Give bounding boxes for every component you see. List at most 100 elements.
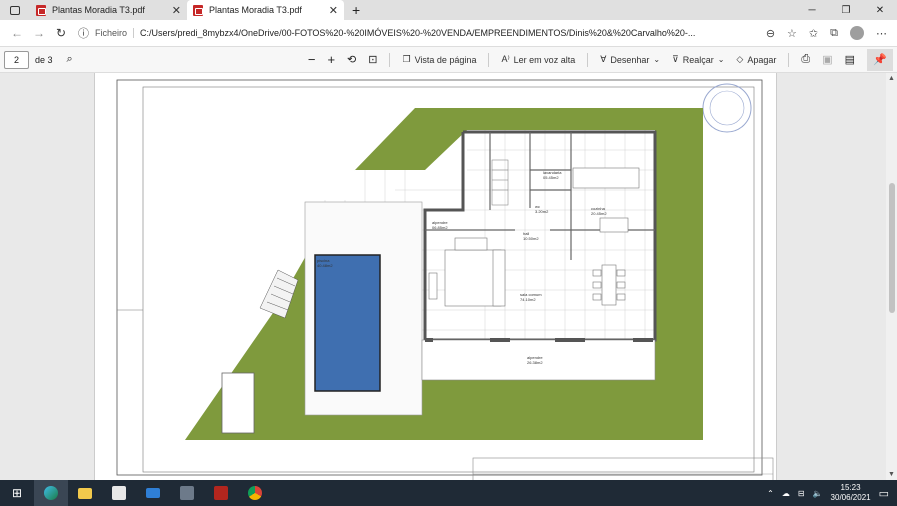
search-icon[interactable]: ⌕ (67, 53, 73, 66)
system-tray: ⌃ ☁ ⊟ 🔈 15:23 30/06/2021 ▭ (767, 483, 897, 503)
floor-plan: lavandaria 05.45m2 wc 3.20m2 cozinha 20.… (116, 79, 774, 480)
network-icon[interactable]: ⊟ (798, 489, 805, 498)
pdf-viewer: lavandaria 05.45m2 wc 3.20m2 cozinha 20.… (0, 73, 897, 480)
rotate-icon[interactable]: ⟲ (347, 53, 356, 66)
zoom-icon[interactable]: ⊖ (766, 27, 775, 40)
tab-actions-icon[interactable] (0, 0, 30, 20)
page-view-label: Vista de página (414, 54, 477, 65)
room-area: 74.10m2 (520, 297, 536, 302)
room-area: 40.48m2 (317, 263, 333, 268)
highlight-button[interactable]: ⊽ Realçar ⌄ (672, 54, 724, 65)
save-as-icon[interactable]: ▤ (845, 53, 855, 66)
fit-page-icon[interactable]: ⊡ (368, 53, 377, 66)
scroll-down-icon[interactable]: ▼ (888, 471, 895, 478)
zoom-in-icon[interactable]: + (327, 52, 335, 67)
tab-title: Plantas Moradia T3.pdf (52, 5, 145, 15)
zoom-out-icon[interactable]: − (308, 52, 316, 67)
erase-button[interactable]: ◇ Apagar (736, 54, 776, 65)
taskbar: ⊞ ⌃ ☁ ⊟ 🔈 15:23 30/06/2021 ▭ (0, 480, 897, 506)
chevron-up-icon[interactable]: ⌃ (767, 489, 774, 498)
room-area: 05.45m2 (543, 175, 559, 180)
draw-button[interactable]: ∀ Desenhar ⌄ (600, 54, 660, 65)
dining-table (592, 264, 626, 306)
url-scheme-label: Ficheiro (95, 28, 135, 38)
clock[interactable]: 15:23 30/06/2021 (831, 483, 871, 503)
chrome-icon (248, 486, 262, 500)
room-area: 3.20m2 (535, 209, 549, 214)
start-button[interactable]: ⊞ (0, 480, 34, 506)
windows-icon: ⊞ (11, 486, 23, 500)
tab-1[interactable]: Plantas Moradia T3.pdf ✕ (30, 0, 187, 20)
scroll-thumb[interactable] (889, 183, 895, 313)
pdf-app-icon (214, 486, 228, 500)
more-icon[interactable]: ⋯ (876, 27, 887, 40)
page-number-input[interactable]: 2 (4, 50, 29, 69)
page-view-button[interactable]: ❐ Vista de página (402, 54, 476, 65)
url-field[interactable]: ⓘ Ficheiro C:/Users/predi_8mybzx4/OneDri… (78, 25, 766, 41)
cloud-icon[interactable]: ☁ (782, 489, 790, 498)
draw-label: Desenhar (610, 54, 650, 65)
read-aloud-label: Ler em voz alta (513, 54, 576, 65)
chevron-down-icon[interactable]: ⌄ (718, 55, 725, 64)
pdf-file-icon (193, 4, 203, 16)
close-icon[interactable]: ✕ (172, 4, 181, 17)
pin-icon[interactable]: 📌 (867, 48, 893, 71)
vertical-scrollbar[interactable]: ▲ ▼ (886, 73, 897, 480)
erase-label: Apagar (747, 54, 777, 65)
minimize-button[interactable]: ─ (795, 0, 829, 20)
maximize-button[interactable]: ❐ (829, 0, 863, 20)
close-icon[interactable]: ✕ (329, 4, 338, 17)
close-window-button[interactable]: ✕ (863, 0, 897, 20)
room-area: 20.45m2 (591, 211, 607, 216)
page-count: de 3 (35, 54, 53, 65)
clock-time: 15:23 (840, 483, 861, 492)
address-bar: ← → ↻ ⓘ Ficheiro C:/Users/predi_8mybzx4/… (0, 20, 897, 47)
pdf-file-icon (36, 4, 46, 16)
scroll-up-icon[interactable]: ▲ (888, 75, 895, 82)
edge-taskbar-button[interactable] (34, 480, 68, 506)
clock-date: 30/06/2021 (830, 493, 871, 502)
collections-icon[interactable]: ⧉ (830, 27, 838, 40)
avatar[interactable] (850, 26, 864, 40)
mail-taskbar-button[interactable] (136, 480, 170, 506)
volume-icon[interactable]: 🔈 (813, 489, 823, 498)
refresh-icon[interactable]: ↻ (50, 26, 72, 40)
draw-icon: ∀ (600, 54, 607, 64)
pdf-app-taskbar-button[interactable] (204, 480, 238, 506)
chrome-taskbar-button[interactable] (238, 480, 272, 506)
read-aloud-button[interactable]: A⁾ Ler em voz alta (501, 54, 575, 65)
notifications-icon[interactable]: ▭ (879, 487, 889, 500)
room-area: 10.50m2 (523, 236, 539, 241)
divider (587, 52, 589, 67)
pdf-page: lavandaria 05.45m2 wc 3.20m2 cozinha 20.… (94, 73, 777, 480)
highlight-label: Realçar (682, 54, 714, 65)
divider (788, 52, 790, 67)
tab-bar: Plantas Moradia T3.pdf ✕ Plantas Moradia… (0, 0, 897, 20)
eraser-icon: ◇ (736, 54, 744, 64)
forward-icon[interactable]: → (28, 26, 50, 40)
room-area: 26.38m2 (527, 360, 543, 365)
save-icon[interactable]: ▣ (822, 53, 832, 66)
tab-title: Plantas Moradia T3.pdf (209, 5, 302, 15)
mail-icon (146, 488, 160, 498)
print-icon[interactable]: ⎙ (801, 53, 810, 66)
new-tab-button[interactable]: + (352, 2, 360, 18)
favorites-icon[interactable]: ✩ (809, 27, 818, 40)
divider (389, 52, 391, 67)
read-aloud-icon: A⁾ (501, 54, 510, 64)
highlight-icon: ⊽ (672, 54, 679, 64)
calculator-icon (180, 486, 194, 500)
url-text[interactable]: C:/Users/predi_8mybzx4/OneDrive/00-FOTOS… (140, 28, 695, 38)
tab-2[interactable]: Plantas Moradia T3.pdf ✕ (187, 0, 344, 20)
pdf-toolbar: 2 de 3 ⌕ − + ⟲ ⊡ ❐ Vista de página A⁾ Le… (0, 47, 897, 73)
calculator-taskbar-button[interactable] (170, 480, 204, 506)
divider (488, 52, 490, 67)
store-taskbar-button[interactable] (102, 480, 136, 506)
info-icon[interactable]: ⓘ (78, 25, 89, 41)
explorer-taskbar-button[interactable] (68, 480, 102, 506)
folder-icon (78, 487, 92, 499)
back-icon[interactable]: ← (6, 26, 28, 40)
page-view-icon: ❐ (402, 54, 411, 64)
chevron-down-icon[interactable]: ⌄ (653, 55, 660, 64)
favorite-add-icon[interactable]: ☆ (787, 27, 797, 40)
